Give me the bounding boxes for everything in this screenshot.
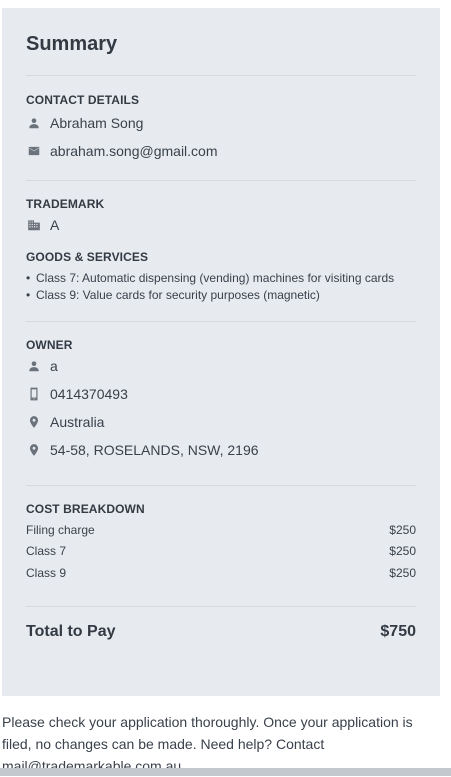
goods-services-section: GOODS & SERVICES Class 7: Automatic disp… (26, 250, 416, 304)
cost-row: Class 9 $250 (26, 566, 416, 581)
location-pin-icon (26, 414, 42, 430)
phone-icon (26, 386, 42, 402)
owner-heading: OWNER (26, 338, 73, 352)
contact-details-heading: CONTACT DETAILS (26, 93, 140, 107)
contact-name: Abraham Song (50, 115, 144, 131)
divider (26, 75, 416, 76)
list-item: Class 9: Value cards for security purpos… (26, 287, 416, 304)
bottom-bar (0, 768, 451, 776)
owner-name: a (50, 358, 58, 374)
trademark-row: A (26, 216, 416, 234)
person-icon (26, 358, 42, 374)
list-item: Class 7: Automatic dispensing (vending) … (26, 270, 416, 287)
cost-label: Class 9 (26, 566, 67, 580)
contact-details-section: CONTACT DETAILS Abraham Song abraham.son… (26, 93, 416, 160)
owner-country-row: Australia (26, 413, 416, 431)
mail-icon (26, 143, 42, 159)
person-icon (26, 115, 42, 131)
owner-address: 54-58, ROSELANDS, NSW, 2196 (50, 442, 259, 458)
owner-address-row: 54-58, ROSELANDS, NSW, 2196 (26, 441, 416, 459)
cost-row: Class 7 $250 (26, 544, 416, 559)
contact-email: abraham.song@gmail.com (50, 143, 218, 159)
divider (26, 180, 416, 181)
owner-country: Australia (50, 414, 105, 430)
location-pin-icon (26, 442, 42, 458)
cost-amount: $250 (389, 523, 416, 537)
cost-breakdown-section: COST BREAKDOWN Filing charge $250 Class … (26, 502, 416, 581)
owner-phone: 0414370493 (50, 386, 128, 402)
contact-email-row: abraham.song@gmail.com (26, 142, 416, 160)
summary-panel: Summary CONTACT DETAILS Abraham Song abr… (2, 8, 440, 696)
cost-label: Filing charge (26, 523, 95, 537)
goods-services-heading: GOODS & SERVICES (26, 250, 149, 264)
trademark-value: A (50, 217, 60, 233)
trademark-section: TRADEMARK A (26, 197, 416, 234)
cost-amount: $250 (389, 544, 416, 558)
divider (26, 321, 416, 322)
cost-row: Filing charge $250 (26, 523, 416, 538)
trademark-heading: TRADEMARK (26, 197, 105, 211)
cost-amount: $250 (389, 566, 416, 580)
owner-section: OWNER a 0414370493 Australia 54-58, ROSE… (26, 338, 416, 459)
divider (26, 485, 416, 486)
divider (26, 606, 416, 607)
owner-name-row: a (26, 357, 416, 375)
cost-breakdown-heading: COST BREAKDOWN (26, 502, 145, 516)
owner-phone-row: 0414370493 (26, 385, 416, 403)
total-label: Total to Pay (26, 623, 116, 640)
building-icon (26, 217, 42, 233)
summary-title: Summary (26, 33, 118, 55)
contact-name-row: Abraham Song (26, 114, 416, 132)
goods-list: Class 7: Automatic dispensing (vending) … (26, 270, 416, 304)
total-row: Total to Pay $750 (26, 623, 416, 641)
total-amount: $750 (380, 623, 416, 640)
cost-label: Class 7 (26, 544, 67, 558)
